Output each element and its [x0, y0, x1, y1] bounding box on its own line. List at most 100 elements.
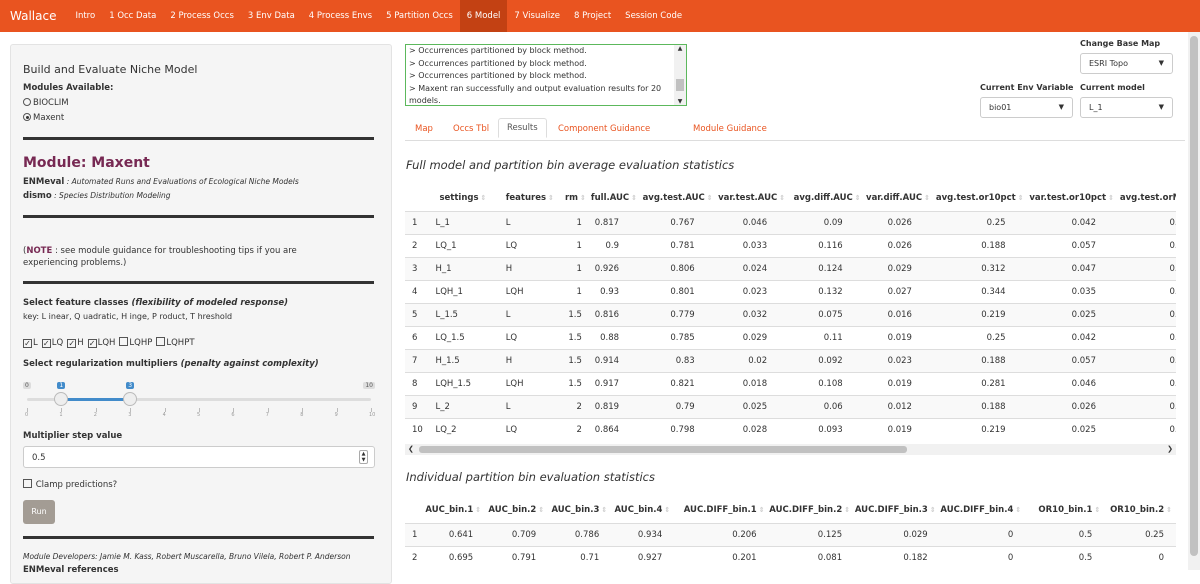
table2-header-cell[interactable]: AUC_bin.3 ⇕ [548, 498, 611, 523]
page-scroll-thumb[interactable] [1190, 36, 1198, 556]
table-row[interactable]: 3 H_1 H 1 0.926 0.806 0.024 0.124 0.029 0.312 0.04… [405, 256, 1176, 280]
log-scroll-thumb[interactable] [676, 79, 684, 91]
table-row[interactable]: 4 LQH_1 LQH 1 0.93 0.801 0.023 0.132 0.027 0.344 0… [405, 279, 1176, 303]
table2-header-cell[interactable]: AUC.DIFF_bin.2 ⇕ [769, 498, 855, 523]
feature-class-checkbox[interactable]: ✓ H [67, 338, 84, 348]
table-row[interactable]: 10 LQ_2 LQ 2 0.864 0.798 0.028 0.093 0.019 0.219 0… [405, 417, 1176, 441]
table1-title: Full model and partition bin average eva… [406, 158, 735, 172]
radio-icon[interactable] [23, 98, 31, 106]
table-cell: 0.927 [611, 545, 675, 569]
checkbox-icon[interactable]: ✓ [87, 339, 97, 348]
module-radio-bioclim[interactable]: BIOCLIM [23, 98, 69, 108]
note-text: (NOTE : see module guidance for troubles… [23, 245, 353, 269]
table2-header-cell[interactable]: OR10_bin.2 ⇕ [1104, 498, 1176, 523]
slider-tick-label: 5 [197, 412, 201, 418]
table1-header-cell[interactable]: settings ⇕ [427, 186, 491, 211]
table1-header-cell[interactable]: full.AUC ⇕ [590, 186, 641, 211]
sort-icon: ⇕ [480, 194, 487, 203]
tab-results[interactable]: Results [498, 118, 547, 138]
table1-header-label: full.AUC [590, 193, 630, 204]
scroll-up-icon[interactable]: ▲ [674, 45, 686, 52]
regularization-slider[interactable]: 0 10 1 3 0 1 2 3 4 5 6 7 8 9 10 [23, 381, 375, 421]
table1-header-cell[interactable]: avg.test.AUC ⇕ [641, 186, 717, 211]
clamp-checkbox[interactable]: Clamp predictions? [23, 479, 117, 490]
table1-header-cell[interactable]: var.test.AUC ⇕ [717, 186, 789, 211]
table-cell: 0.035 [1027, 279, 1118, 303]
nav-tab[interactable]: 4 Process Envs [302, 0, 379, 32]
nav-tab[interactable]: 5 Partition Occs [379, 0, 460, 32]
feature-class-checkbox[interactable]: ✓ LQH [87, 338, 115, 348]
table-row[interactable]: 9 L_2 L 2 0.819 0.79 0.025 0.06 0.012 0.188 0.026 0… [405, 394, 1176, 418]
spinner-icon[interactable]: ▲ ▼ [359, 450, 368, 464]
table-cell: L_2 [427, 394, 492, 418]
table-cell: 0.019 [864, 417, 934, 441]
table-row[interactable]: 6 LQ_1.5 LQ 1.5 0.88 0.785 0.029 0.11 0.019 0.25 0… [405, 325, 1176, 349]
table-row[interactable]: 2 0.695 0.791 0.71 0.927 0.201 0.081 0.182 0 0.5 0 [405, 545, 1176, 569]
tab-component-guidance[interactable]: Component Guidance [558, 124, 650, 134]
log-box[interactable]: > Occurrences partitioned by block metho… [405, 44, 687, 106]
env-var-select[interactable]: bio01 ▼ [980, 97, 1073, 118]
checkbox-icon[interactable]: ✓ [41, 339, 51, 348]
scroll-down-icon[interactable]: ▼ [674, 98, 686, 105]
nav-tab[interactable]: Session Code [618, 0, 689, 32]
table2-header-cell[interactable]: OR10_bin.1 ⇕ [1025, 498, 1104, 523]
table-row[interactable]: 2 LQ_1 LQ 1 0.9 0.781 0.033 0.116 0.026 0.188 0.05… [405, 233, 1176, 257]
nav-tab[interactable]: 1 Occ Data [102, 0, 163, 32]
nav-tab[interactable]: 2 Process Occs [163, 0, 241, 32]
log-scrollbar[interactable]: ▲ ▼ [674, 45, 686, 105]
scroll-right-icon[interactable]: ❯ [1167, 445, 1173, 453]
tab-occs-tbl[interactable]: Occs Tbl [453, 124, 489, 134]
hscroll-thumb[interactable] [419, 446, 907, 453]
tab-module-guidance[interactable]: Module Guidance [693, 124, 767, 134]
table1-header-cell[interactable]: var.diff.AUC ⇕ [865, 186, 934, 211]
table-row[interactable]: 7 H_1.5 H 1.5 0.914 0.83 0.02 0.092 0.023 0.188 0.… [405, 348, 1176, 372]
feature-class-checkbox[interactable]: ✓ LQ [41, 338, 63, 348]
table1-header-cell[interactable]: avg.diff.AUC ⇕ [789, 186, 865, 211]
table2-header-cell[interactable]: AUC.DIFF_bin.1 ⇕ [674, 498, 768, 523]
feature-key: key: L inear, Q uadratic, H inge, P rodu… [23, 312, 233, 321]
nav-tab[interactable]: 6 Model [459, 0, 508, 32]
slider-handle-from[interactable] [54, 392, 69, 406]
divider [23, 215, 374, 218]
table-row[interactable]: 1 L_1 L 1 0.817 0.767 0.046 0.09 0.026 0.25 0.042 0… [405, 210, 1176, 234]
base-map-select[interactable]: ESRI Topo ▼ [1080, 53, 1173, 74]
checkbox-icon[interactable] [119, 337, 129, 346]
table2-header-cell[interactable]: AUC_bin.2 ⇕ [485, 498, 548, 523]
table1-header-cell[interactable]: rm ⇕ [559, 186, 590, 211]
table-row[interactable]: 8 LQH_1.5 LQH 1.5 0.917 0.821 0.018 0.108 0.019 0… [405, 371, 1176, 395]
brand[interactable]: Wallace [0, 0, 68, 32]
nav-tab[interactable]: 7 Visualize [507, 0, 567, 32]
checkbox-icon[interactable]: ✓ [23, 339, 32, 348]
nav-tab[interactable]: Intro [68, 0, 102, 32]
nav-tab[interactable]: 3 Env Data [241, 0, 302, 32]
checkbox-icon[interactable] [23, 479, 32, 488]
table1-header-cell[interactable]: features ⇕ [492, 186, 560, 211]
radio-icon[interactable] [23, 113, 31, 121]
table-row[interactable]: 1 0.641 0.709 0.786 0.934 0.206 0.125 0.029 0 0.5… [405, 522, 1176, 546]
checkbox-icon[interactable] [156, 337, 166, 346]
slider-handle-to[interactable] [123, 392, 138, 406]
table1-header-cell[interactable]: var.test.or10pct ⇕ [1028, 186, 1118, 211]
feature-class-checkbox[interactable]: LQHP [119, 337, 152, 348]
table2-header-cell[interactable]: AUC_bin.1 ⇕ [422, 498, 485, 523]
table1-header-cell[interactable]: avg.test.orMTP⇕ [1118, 186, 1176, 211]
page-scrollbar[interactable] [1188, 32, 1200, 570]
table2-header-cell[interactable]: AUC.DIFF_bin.3 ⇕ [854, 498, 940, 523]
table2-header-cell[interactable]: AUC_bin.4 ⇕ [611, 498, 674, 523]
step-value-input[interactable]: 0.5 ▲ ▼ [23, 446, 375, 468]
table-row[interactable]: 5 L_1.5 L 1.5 0.816 0.779 0.032 0.075 0.016 0.219… [405, 302, 1176, 326]
model-select[interactable]: L_1 ▼ [1080, 97, 1173, 118]
scroll-left-icon[interactable]: ❮ [408, 445, 414, 453]
table1-hscrollbar[interactable]: ❮ ❯ [405, 444, 1176, 455]
feature-class-checkbox[interactable]: ✓ L [23, 338, 38, 348]
nav-tab[interactable]: 8 Project [567, 0, 618, 32]
run-button[interactable]: Run [23, 500, 55, 524]
checkbox-icon[interactable]: ✓ [67, 339, 77, 348]
feature-class-checkbox[interactable]: LQHPT [156, 337, 195, 348]
module-radio-maxent[interactable]: Maxent [23, 113, 64, 123]
tab-map[interactable]: Map [415, 124, 433, 134]
table-cell: 0.188 [933, 394, 1028, 418]
table2-header-cell[interactable]: AUC.DIFF_bin.4 ⇕ [940, 498, 1026, 523]
table1-header-cell[interactable]: avg.test.or10pct ⇕ [934, 186, 1028, 211]
table-cell: 0.025 [716, 394, 790, 418]
